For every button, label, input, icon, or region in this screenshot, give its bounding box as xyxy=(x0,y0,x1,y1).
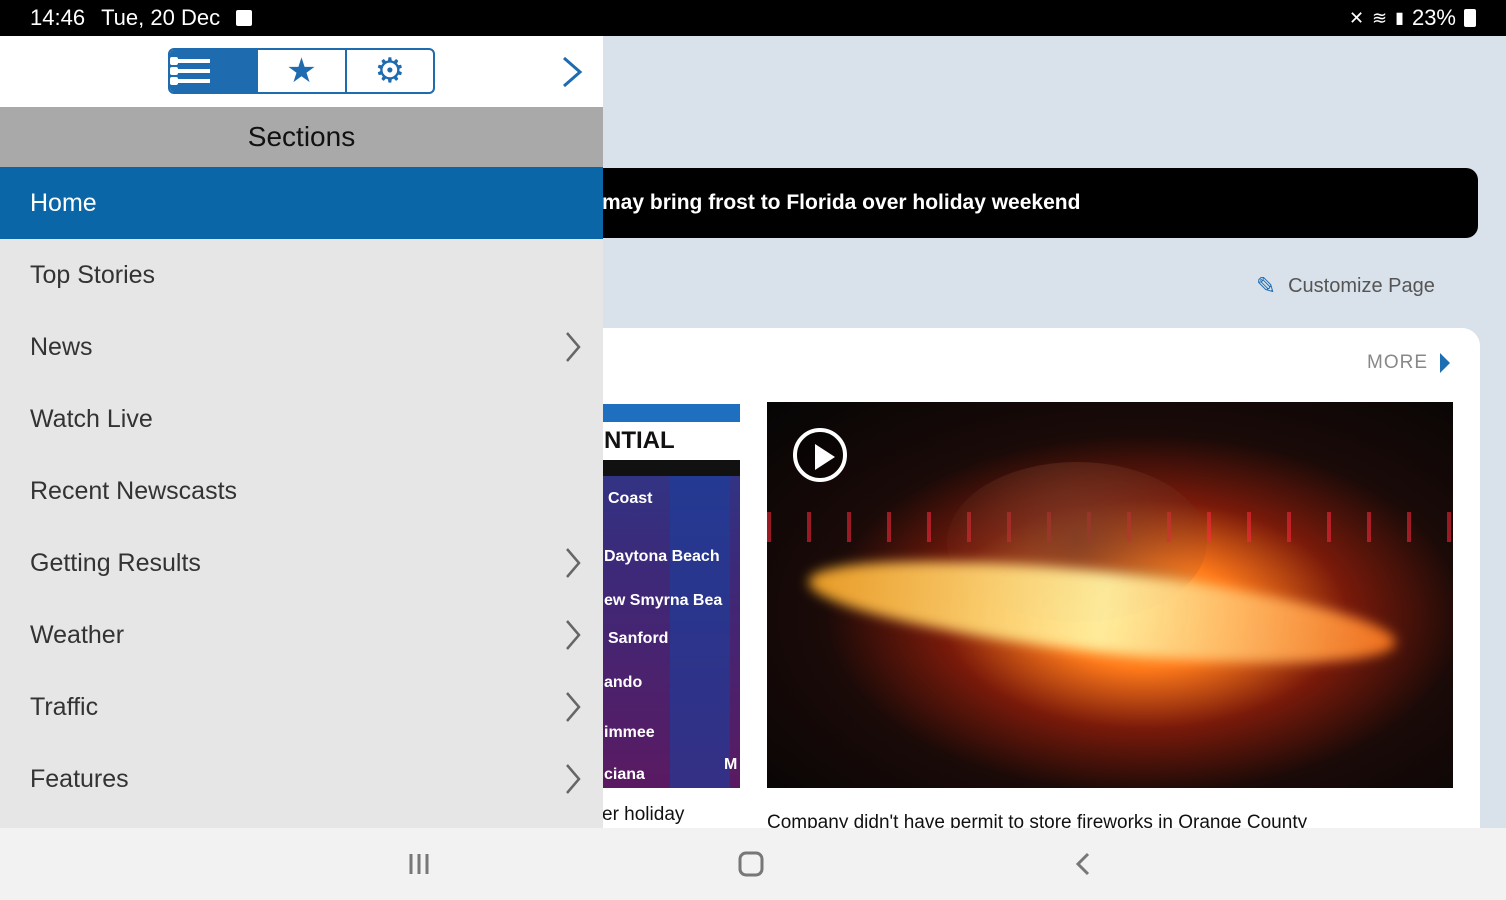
battery-icon xyxy=(1464,9,1476,27)
sidebar-item-label: Recent Newscasts xyxy=(30,476,238,505)
sidebar-item-traffic[interactable]: Traffic xyxy=(0,671,603,743)
sections-title: Sections xyxy=(247,121,356,152)
map-city: Sanford xyxy=(608,630,669,647)
notification-icon xyxy=(236,10,253,26)
home-button[interactable] xyxy=(736,846,766,887)
sidebar-item-watch-live[interactable]: Watch Live xyxy=(0,383,603,455)
pencil-icon: ✎ xyxy=(1256,273,1277,300)
sections-drawer: ★ ⚙ Sections Home Top Stories News Watch… xyxy=(0,36,603,828)
back-icon xyxy=(1075,852,1090,876)
chevron-right-icon xyxy=(566,764,581,794)
ticker-text: may bring frost to Florida over holiday … xyxy=(602,191,1081,214)
sidebar-item-getting-results[interactable]: Getting Results xyxy=(0,527,603,599)
wifi-icon: ≋ xyxy=(1372,7,1388,28)
home-icon xyxy=(738,851,764,877)
list-icon xyxy=(170,57,256,85)
map-city: ciana xyxy=(604,766,645,783)
recent-apps-icon xyxy=(409,854,429,874)
breaking-ticker[interactable]: may bring frost to Florida over holiday … xyxy=(540,168,1478,238)
gear-icon: ⚙ xyxy=(374,52,406,90)
map-city: M xyxy=(724,756,738,773)
news-card: MORE NTIAL Coast Daytona Beach ew Smyrna… xyxy=(560,328,1480,828)
chevron-right-icon xyxy=(566,620,581,650)
map-city: immee xyxy=(604,724,655,741)
status-time: 14:46 xyxy=(30,5,86,30)
sidebar-item-label: Features xyxy=(30,764,129,793)
thumbnail-caption[interactable]: er holiday xyxy=(602,804,684,826)
sidebar-item-label: Weather xyxy=(30,620,125,649)
chevron-right-icon xyxy=(566,332,581,362)
drawer-toolbar: ★ ⚙ xyxy=(0,36,603,107)
signal-icon: ▮ xyxy=(1395,10,1404,27)
chevron-right-icon xyxy=(566,692,581,722)
tab-settings[interactable]: ⚙ xyxy=(347,50,433,92)
map-coast xyxy=(670,476,730,788)
tab-sections[interactable] xyxy=(170,50,259,92)
play-icon[interactable] xyxy=(793,428,847,482)
sections-heading: Sections xyxy=(0,107,603,167)
system-nav-bar xyxy=(0,828,1506,900)
map-city: Daytona Beach xyxy=(604,548,720,565)
sidebar-item-features[interactable]: Features xyxy=(0,743,603,815)
more-label: MORE xyxy=(1367,352,1428,373)
sidebar-item-label: Home xyxy=(30,188,97,217)
close-drawer-button[interactable] xyxy=(556,54,586,90)
status-date: Tue, 20 Dec xyxy=(101,5,221,30)
mute-icon: ✕ xyxy=(1348,7,1365,28)
video-caption[interactable]: Company didn't have permit to store fire… xyxy=(767,812,1307,828)
arrow-right-icon xyxy=(1440,353,1450,373)
sidebar-item-label: Watch Live xyxy=(30,404,153,433)
map-city: ew Smyrna Bea xyxy=(604,592,723,609)
customize-page-button[interactable]: ✎ Customize Page xyxy=(1256,272,1435,301)
sidebar-item-news[interactable]: News xyxy=(0,311,603,383)
sidebar-item-top-stories[interactable]: Top Stories xyxy=(0,239,603,311)
status-bar: 14:46 Tue, 20 Dec ✕ ≋ ▮ 23% xyxy=(0,0,1506,36)
sidebar-item-weather[interactable]: Weather xyxy=(0,599,603,671)
sidebar-item-label: Getting Results xyxy=(30,548,201,577)
recent-apps-button[interactable] xyxy=(404,846,434,887)
sidebar-item-label: Top Stories xyxy=(30,260,156,289)
sidebar-item-recent-newscasts[interactable]: Recent Newscasts xyxy=(0,455,603,527)
map-city: ando xyxy=(604,674,643,691)
sidebar-item-label: News xyxy=(30,332,93,361)
more-link[interactable]: MORE xyxy=(1367,352,1450,374)
customize-label: Customize Page xyxy=(1288,275,1435,297)
back-button[interactable] xyxy=(1068,846,1098,887)
chevron-right-icon xyxy=(563,56,583,88)
battery-level: 23% xyxy=(1411,5,1456,30)
star-icon: ★ xyxy=(286,52,317,90)
sidebar-item-home[interactable]: Home xyxy=(0,167,603,239)
video-thumbnail[interactable] xyxy=(767,402,1453,788)
map-city: Coast xyxy=(608,490,653,507)
tab-favorites[interactable]: ★ xyxy=(258,50,347,92)
chevron-right-icon xyxy=(566,548,581,578)
drawer-tab-switcher: ★ ⚙ xyxy=(168,48,435,94)
sidebar-item-label: Traffic xyxy=(30,692,99,721)
